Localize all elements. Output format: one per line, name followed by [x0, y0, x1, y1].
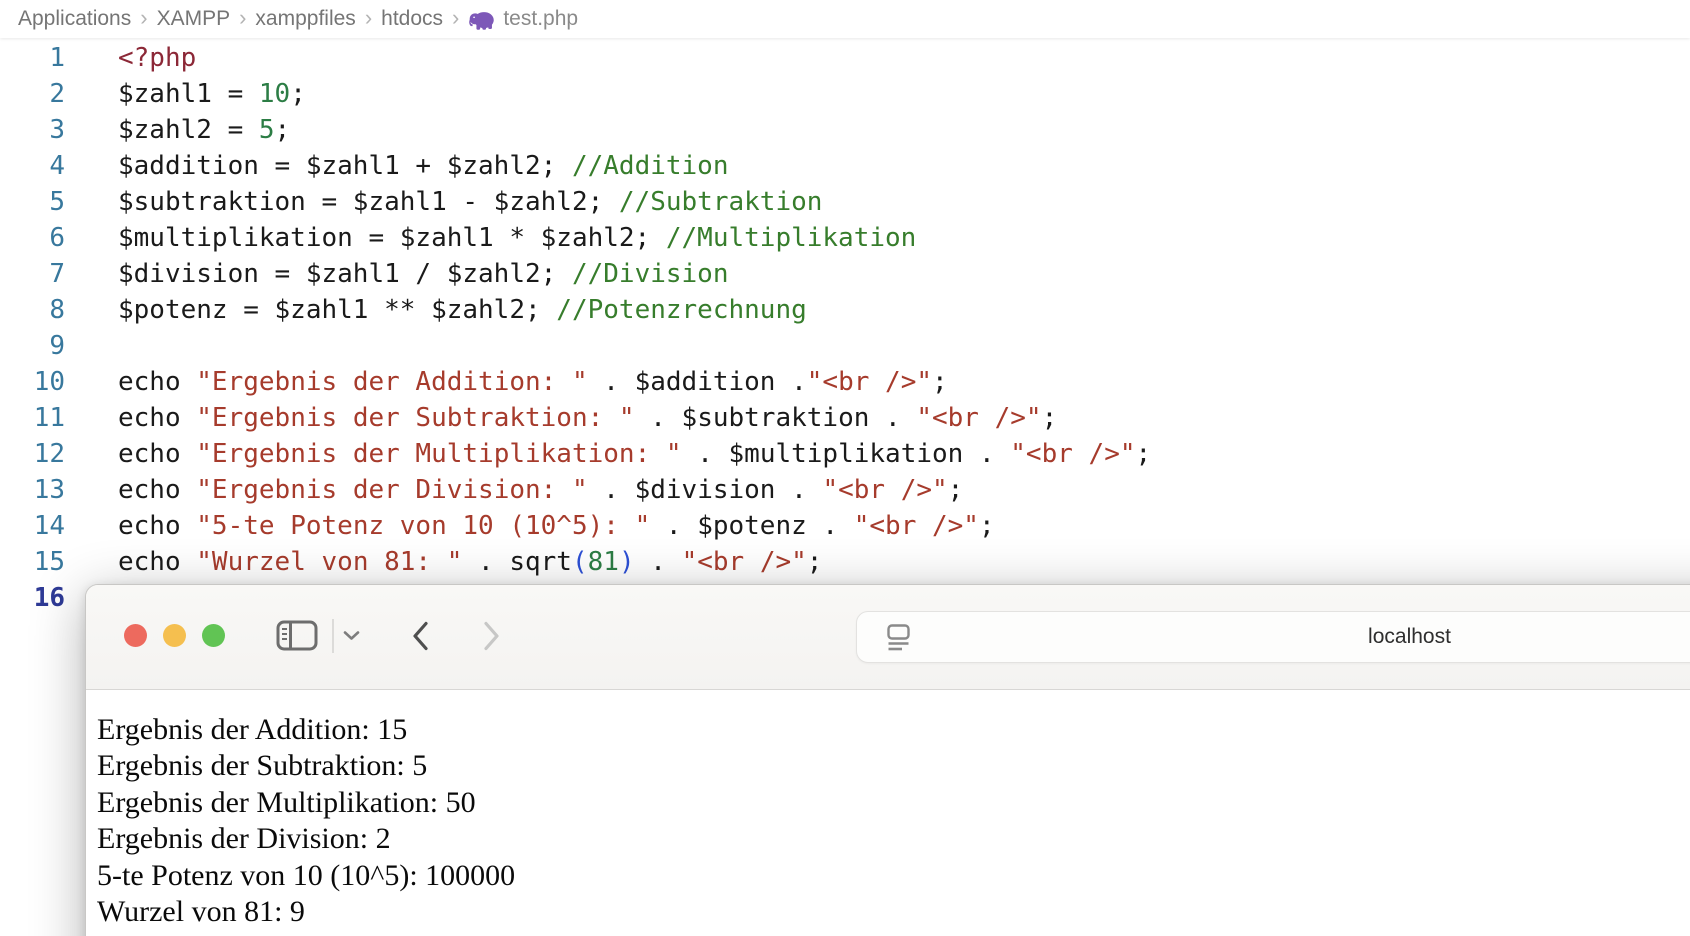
- breadcrumb-item[interactable]: htdocs: [381, 7, 443, 31]
- code-text: $potenz = $zahl1 ** $zahl2; //Potenzrech…: [118, 292, 807, 328]
- code-text: echo "Wurzel von 81: " . sqrt(81) . "<br…: [118, 544, 822, 580]
- line-number: 2: [0, 76, 65, 112]
- code-text: echo "5-te Potenz von 10 (10^5): " . $po…: [118, 508, 995, 544]
- code-text: $division = $zahl1 / $zahl2; //Division: [118, 256, 729, 292]
- chevron-down-icon: [343, 630, 360, 641]
- code-line[interactable]: 15 echo "Wurzel von 81: " . sqrt(81) . "<…: [0, 544, 1690, 580]
- line-number: 5: [0, 184, 65, 220]
- breadcrumb-item[interactable]: XAMPP: [157, 7, 231, 31]
- line-number: 14: [0, 508, 65, 544]
- code-text: $zahl1 = 10;: [118, 76, 306, 112]
- code-line[interactable]: 10 echo "Ergebnis der Addition: " . $addi…: [0, 364, 1690, 400]
- code-line[interactable]: 9: [0, 328, 1690, 364]
- code-line[interactable]: 3 $zahl2 = 5;: [0, 112, 1690, 148]
- close-button[interactable]: [124, 624, 147, 647]
- browser-window: localhost Ergebnis der Addition: 15Ergeb…: [85, 584, 1690, 936]
- zoom-button[interactable]: [202, 624, 225, 647]
- output-line: Ergebnis der Subtraktion: 5: [97, 748, 1690, 784]
- line-number: 1: [0, 40, 65, 76]
- code-text: $addition = $zahl1 + $zahl2; //Addition: [118, 148, 729, 184]
- url-text: localhost: [857, 612, 1690, 662]
- line-number: 13: [0, 472, 65, 508]
- code-text: echo "Ergebnis der Multiplikation: " . $…: [118, 436, 1151, 472]
- line-number: 7: [0, 256, 65, 292]
- traffic-lights: [124, 624, 225, 647]
- breadcrumb-file[interactable]: test.php: [503, 7, 578, 31]
- code-line[interactable]: 4 $addition = $zahl1 + $zahl2; //Addition: [0, 148, 1690, 184]
- line-number: 9: [0, 328, 65, 364]
- breadcrumb-item[interactable]: Applications: [18, 7, 131, 31]
- browser-content: Ergebnis der Addition: 15Ergebnis der Su…: [86, 690, 1690, 936]
- output-line: Ergebnis der Multiplikation: 50: [97, 785, 1690, 821]
- sidebar-toggle-button[interactable]: [276, 620, 318, 654]
- code-line[interactable]: 8 $potenz = $zahl1 ** $zahl2; //Potenzrec…: [0, 292, 1690, 328]
- php-elephant-icon: [468, 10, 495, 31]
- output-line: Wurzel von 81: 9: [97, 894, 1690, 930]
- code-text: $multiplikation = $zahl1 * $zahl2; //Mul…: [118, 220, 916, 256]
- code-text: echo "Ergebnis der Addition: " . $additi…: [118, 364, 948, 400]
- code-text: echo "Ergebnis der Division: " . $divisi…: [118, 472, 963, 508]
- code-line[interactable]: 6 $multiplikation = $zahl1 * $zahl2; //Mu…: [0, 220, 1690, 256]
- line-number: 16: [0, 580, 65, 616]
- line-number: 8: [0, 292, 65, 328]
- code-line[interactable]: 5 $subtraktion = $zahl1 - $zahl2; //Subtr…: [0, 184, 1690, 220]
- line-number: 10: [0, 364, 65, 400]
- code-text: echo "Ergebnis der Subtraktion: " . $sub…: [118, 400, 1057, 436]
- code-text: <?php: [118, 40, 196, 76]
- line-number: 6: [0, 220, 65, 256]
- code-text: $subtraktion = $zahl1 - $zahl2; //Subtra…: [118, 184, 822, 220]
- forward-icon: [483, 621, 500, 651]
- output-line: Ergebnis der Division: 2: [97, 821, 1690, 857]
- back-icon: [412, 621, 429, 651]
- toolbar-divider: [332, 619, 334, 653]
- code-text: $zahl2 = 5;: [118, 112, 290, 148]
- code-area[interactable]: 1 <?php 2 $zahl1 = 10; 3 $zahl2 = 5; 4 $additio…: [0, 40, 1690, 616]
- line-number: 4: [0, 148, 65, 184]
- code-line[interactable]: 13 echo "Ergebnis der Division: " . $divi…: [0, 472, 1690, 508]
- address-bar[interactable]: localhost: [856, 611, 1690, 663]
- code-line[interactable]: 7 $division = $zahl1 / $zahl2; //Division: [0, 256, 1690, 292]
- back-button[interactable]: [412, 621, 429, 654]
- breadcrumb-path: Applications › XAMPP › xamppfiles › htdocs ›: [18, 6, 468, 32]
- line-number: 11: [0, 400, 65, 436]
- breadcrumb-separator: ›: [452, 5, 459, 31]
- code-line[interactable]: 11 echo "Ergebnis der Subtraktion: " . $s…: [0, 400, 1690, 436]
- forward-button[interactable]: [483, 621, 500, 654]
- output-line: 5-te Potenz von 10 (10^5): 100000: [97, 858, 1690, 894]
- breadcrumb-separator: ›: [140, 5, 147, 31]
- breadcrumb: Applications › XAMPP › xamppfiles › htdocs › te…: [0, 0, 1690, 38]
- breadcrumb-item[interactable]: xamppfiles: [255, 7, 355, 31]
- line-number: 12: [0, 436, 65, 472]
- output-line: Ergebnis der Addition: 15: [97, 712, 1690, 748]
- code-line[interactable]: 1 <?php: [0, 40, 1690, 76]
- code-line[interactable]: 14 echo "5-te Potenz von 10 (10^5): " . $…: [0, 508, 1690, 544]
- sidebar-toggle-icon: [276, 620, 318, 651]
- breadcrumb-separator: ›: [365, 5, 372, 31]
- code-line[interactable]: 12 echo "Ergebnis der Multiplikation: " .…: [0, 436, 1690, 472]
- sidebar-dropdown-button[interactable]: [343, 629, 360, 644]
- line-number: 15: [0, 544, 65, 580]
- browser-toolbar: localhost: [86, 585, 1690, 690]
- code-line[interactable]: 2 $zahl1 = 10;: [0, 76, 1690, 112]
- line-number: 3: [0, 112, 65, 148]
- breadcrumb-separator: ›: [239, 5, 246, 31]
- screen: Applications › XAMPP › xamppfiles › htdocs › te…: [0, 0, 1690, 936]
- minimize-button[interactable]: [163, 624, 186, 647]
